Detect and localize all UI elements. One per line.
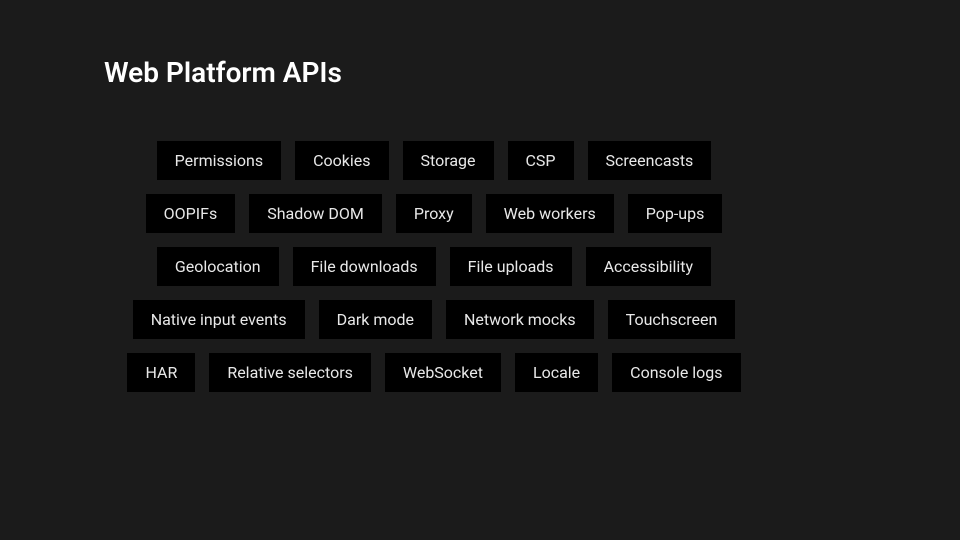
tag-network-mocks: Network mocks (446, 300, 594, 339)
tag-cookies: Cookies (295, 141, 388, 180)
tag-shadow-dom: Shadow DOM (249, 194, 382, 233)
tag-permissions: Permissions (157, 141, 281, 180)
tag-storage: Storage (403, 141, 494, 180)
tag-har: HAR (127, 353, 195, 392)
tag-csp: CSP (508, 141, 574, 180)
tag-proxy: Proxy (396, 194, 472, 233)
tag-web-workers: Web workers (486, 194, 614, 233)
tag-geolocation: Geolocation (157, 247, 279, 286)
tag-touchscreen: Touchscreen (608, 300, 736, 339)
tag-pop-ups: Pop-ups (628, 194, 723, 233)
tag-row: Permissions Cookies Storage CSP Screenca… (104, 141, 764, 180)
page-title: Web Platform APIs (104, 56, 960, 89)
tag-locale: Locale (515, 353, 598, 392)
tag-dark-mode: Dark mode (319, 300, 432, 339)
tag-websocket: WebSocket (385, 353, 501, 392)
tag-row: OOPIFs Shadow DOM Proxy Web workers Pop-… (104, 194, 764, 233)
tag-relative-selectors: Relative selectors (209, 353, 371, 392)
tag-file-uploads: File uploads (450, 247, 572, 286)
tag-native-input-events: Native input events (133, 300, 305, 339)
tag-oopifs: OOPIFs (146, 194, 236, 233)
tag-accessibility: Accessibility (586, 247, 712, 286)
tag-file-downloads: File downloads (293, 247, 436, 286)
tag-row: Native input events Dark mode Network mo… (104, 300, 764, 339)
tag-row: HAR Relative selectors WebSocket Locale … (104, 353, 764, 392)
slide: Web Platform APIs Permissions Cookies St… (0, 0, 960, 540)
tag-row: Geolocation File downloads File uploads … (104, 247, 764, 286)
tag-screencasts: Screencasts (588, 141, 712, 180)
tags-container: Permissions Cookies Storage CSP Screenca… (104, 141, 764, 392)
tag-console-logs: Console logs (612, 353, 740, 392)
